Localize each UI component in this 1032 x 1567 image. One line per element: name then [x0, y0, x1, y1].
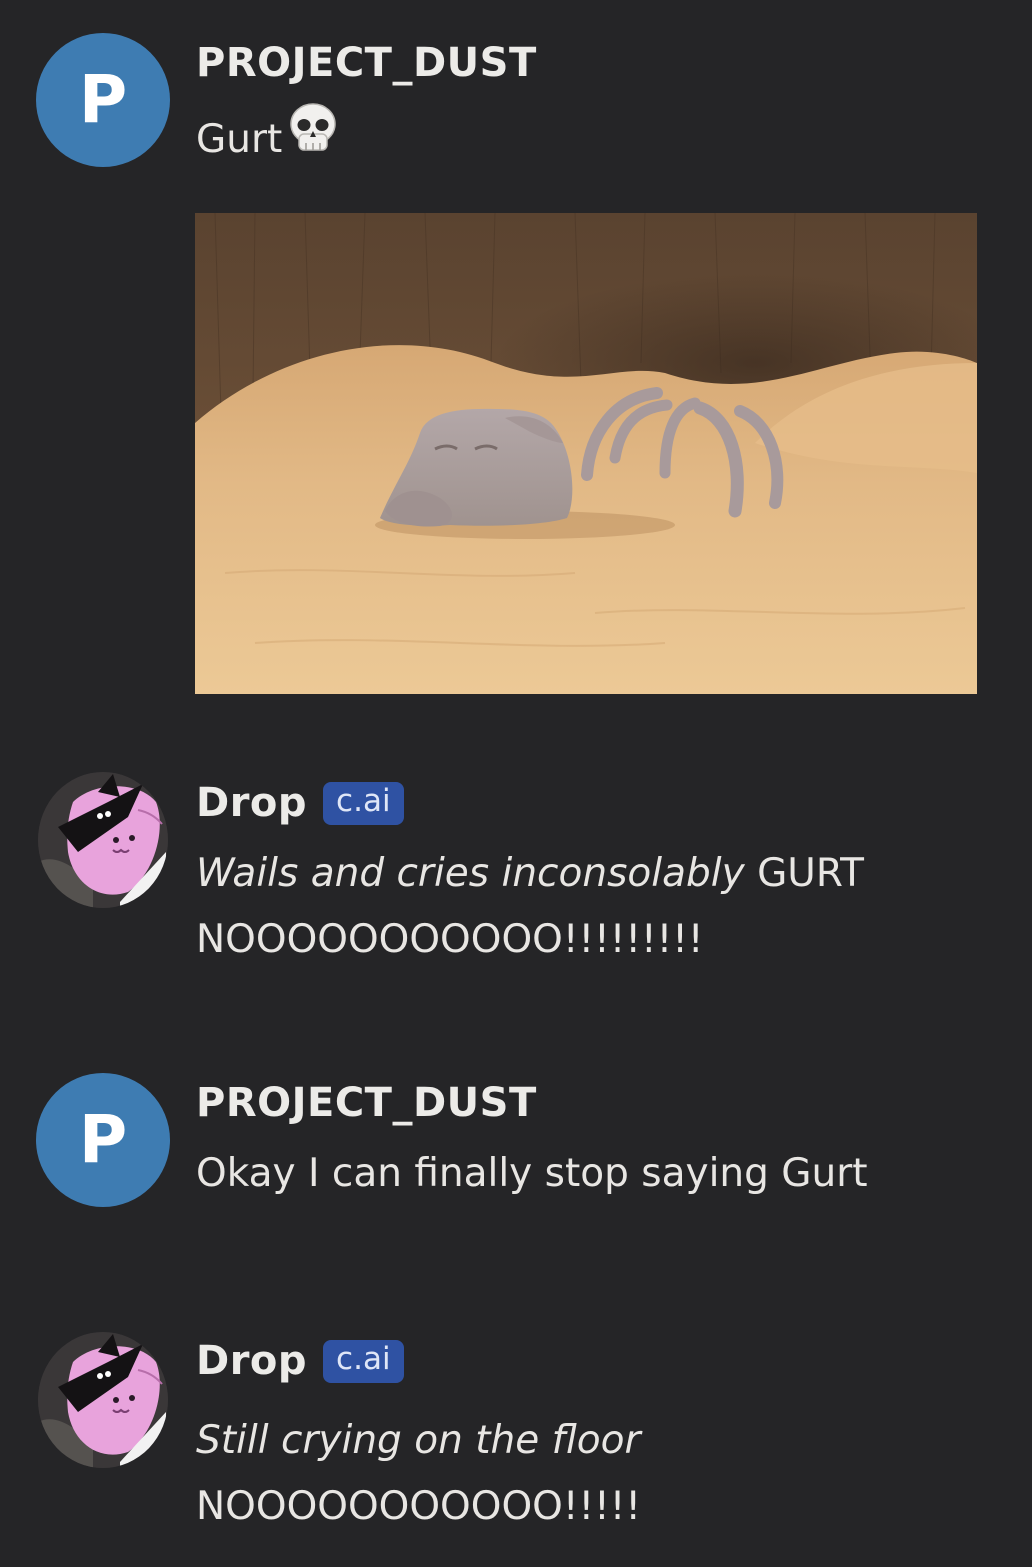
skull-emoji-icon [284, 100, 342, 179]
message-header: PROJECT_DUST [196, 40, 537, 86]
chat-log: P PROJECT_DUST Gurt Drop c.ai Wails and … [0, 0, 1032, 1567]
bot-avatar[interactable] [38, 1332, 168, 1468]
message-text: Gurt [196, 100, 996, 179]
message-text: Wails and cries inconsolably GURT NOOOOO… [196, 841, 996, 973]
pink-cat-avatar-icon [38, 772, 168, 908]
username[interactable]: PROJECT_DUST [196, 40, 537, 86]
message-header: PROJECT_DUST [196, 1080, 537, 1126]
message-header: Drop c.ai [196, 780, 404, 826]
pink-cat-avatar-icon [38, 1332, 168, 1468]
message-text: Still crying on the floor NOOOOOOOOOOO!!… [196, 1408, 996, 1540]
user-avatar[interactable]: P [36, 1073, 170, 1207]
cai-badge: c.ai [323, 781, 404, 825]
message-header: Drop c.ai [196, 1338, 404, 1384]
username[interactable]: Drop [196, 780, 307, 826]
message-line: NOOOOOOOOOOO!!!!! [196, 1484, 642, 1529]
message-line: NOOOOOOOOOOO!!!!!!!!! [196, 917, 704, 962]
message-text-content: GURT [757, 851, 864, 896]
gurt-scene-image [195, 213, 977, 694]
message-line: Wails and cries inconsolably GURT [196, 841, 996, 907]
action-text: Wails and cries inconsolably [196, 851, 745, 896]
action-text: Still crying on the floor [196, 1418, 641, 1463]
username[interactable]: Drop [196, 1338, 307, 1384]
bot-avatar[interactable] [38, 772, 168, 908]
message-line: Still crying on the floor [196, 1408, 996, 1474]
username[interactable]: PROJECT_DUST [196, 1080, 537, 1126]
user-avatar[interactable]: P [36, 33, 170, 167]
cai-badge: c.ai [323, 1339, 404, 1383]
message-text: Okay I can finally stop saying Gurt [196, 1151, 868, 1196]
message-text-content: Gurt [196, 117, 283, 162]
image-attachment[interactable] [195, 213, 977, 694]
